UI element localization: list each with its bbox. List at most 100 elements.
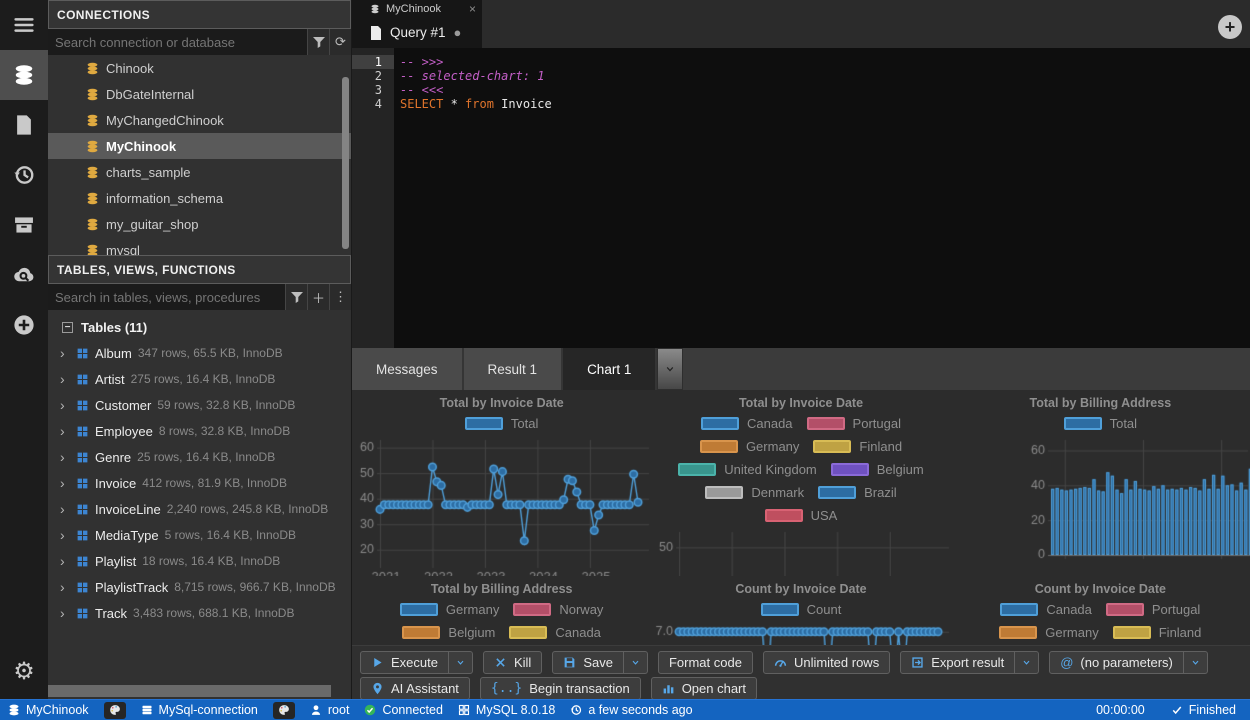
- connection-item-Chinook[interactable]: Chinook: [48, 55, 351, 81]
- history-icon[interactable]: [0, 150, 48, 200]
- table-row-PlaylistTrack[interactable]: › PlaylistTrack 8,715 rows, 966.7 KB, Inno…: [48, 574, 351, 600]
- menu-icon[interactable]: [0, 0, 48, 50]
- chevron-right-icon[interactable]: ›: [60, 501, 70, 517]
- chevron-right-icon[interactable]: ›: [60, 605, 70, 621]
- table-row-Album[interactable]: › Album 347 rows, 65.5 KB, InnoDB: [48, 340, 351, 366]
- table-row-Track[interactable]: › Track 3,483 rows, 688.1 KB, InnoDB: [48, 600, 351, 626]
- grid-icon: [458, 704, 470, 716]
- table-meta: 8,715 rows, 966.7 KB, InnoDB: [174, 580, 336, 594]
- status-palette[interactable]: [103, 701, 126, 719]
- new-tab-button[interactable]: +: [1218, 15, 1242, 39]
- chart-title: Total by Billing Address: [430, 582, 573, 596]
- chevron-right-icon[interactable]: ›: [60, 449, 70, 465]
- table-icon: [76, 529, 89, 542]
- chevron-down-icon[interactable]: [1014, 652, 1038, 673]
- connection-item-information_schema[interactable]: information_schema: [48, 185, 351, 211]
- plus-circle-icon[interactable]: [0, 300, 48, 350]
- table-row-MediaType[interactable]: › MediaType 5 rows, 16.4 KB, InnoDB: [48, 522, 351, 548]
- connection-item-mysql[interactable]: mysql: [48, 237, 351, 255]
- connections-search-input[interactable]: [48, 29, 307, 55]
- tab-result-1[interactable]: Result 1: [463, 348, 564, 390]
- sql-editor[interactable]: ▶1-- >>>2-- selected-chart: 13-- <<<4SEL…: [352, 48, 1250, 348]
- chevron-right-icon[interactable]: ›: [60, 371, 70, 387]
- legend-item-germany: Germany: [399, 598, 499, 621]
- tab-mychinook[interactable]: MyChinook ×: [352, 0, 482, 17]
- format-code-button[interactable]: Format code: [657, 651, 753, 674]
- chevron-right-icon[interactable]: ›: [60, 423, 70, 439]
- chart-legend: Total: [352, 410, 651, 435]
- chevron-right-icon[interactable]: ›: [60, 579, 70, 595]
- chevron-right-icon[interactable]: ›: [60, 553, 70, 569]
- server-icon: [141, 704, 153, 716]
- connections-panel-header: CONNECTIONS: [48, 0, 351, 29]
- tables-search-input[interactable]: [48, 284, 285, 310]
- cloud-search-icon[interactable]: [0, 250, 48, 300]
- table-name: Album: [95, 345, 132, 361]
- table-meta: 412 rows, 81.9 KB, InnoDB: [142, 476, 287, 490]
- chevron-right-icon[interactable]: ›: [60, 475, 70, 491]
- gear-icon[interactable]: ⚙: [0, 651, 48, 691]
- connection-item-charts_sample[interactable]: charts_sample: [48, 159, 351, 185]
- unlimited-rows-button[interactable]: Unlimited rows: [762, 651, 891, 674]
- chevron-down-icon[interactable]: [447, 652, 472, 673]
- connection-item-DbGateInternal[interactable]: DbGateInternal: [48, 81, 351, 107]
- connection-color-badge[interactable]: [272, 701, 295, 719]
- connection-color-badge[interactable]: [103, 701, 126, 719]
- export-result-button[interactable]: Export result: [900, 651, 1040, 674]
- tables-search-row: ＋ ⋮: [48, 284, 351, 310]
- button-label: Open chart: [681, 681, 747, 696]
- chevron-right-icon[interactable]: ›: [60, 527, 70, 543]
- tab-query-1[interactable]: Query #1 ●: [352, 17, 482, 48]
- file-icon[interactable]: [0, 100, 48, 150]
- database-icon[interactable]: [0, 50, 48, 100]
- horizontal-scrollbar[interactable]: [48, 685, 331, 697]
- archive-icon[interactable]: [0, 200, 48, 250]
- chevron-down-icon[interactable]: [622, 652, 647, 673]
- status-mysql-connection[interactable]: MySql-connection: [141, 703, 258, 717]
- chevron-right-icon[interactable]: ›: [60, 345, 70, 361]
- open-chart-button[interactable]: Open chart: [650, 677, 758, 700]
- status-mychinook[interactable]: MyChinook: [8, 703, 89, 717]
- connection-item-MyChangedChinook[interactable]: MyChangedChinook: [48, 107, 351, 133]
- table-row-InvoiceLine[interactable]: › InvoiceLine 2,240 rows, 245.8 KB, InnoDB: [48, 496, 351, 522]
- connections-filter-button[interactable]: [307, 29, 329, 55]
- chevron-right-icon[interactable]: ›: [60, 397, 70, 413]
- table-row-Employee[interactable]: › Employee 8 rows, 32.8 KB, InnoDB: [48, 418, 351, 444]
- tab-messages[interactable]: Messages: [352, 348, 464, 390]
- tables-add-button[interactable]: ＋: [307, 284, 329, 310]
- legend-item-count: Count: [760, 598, 841, 621]
- connections-refresh-button[interactable]: ⟳: [329, 29, 351, 55]
- table-row-Playlist[interactable]: › Playlist 18 rows, 16.4 KB, InnoDB: [48, 548, 351, 574]
- table-row-Artist[interactable]: › Artist 275 rows, 16.4 KB, InnoDB: [48, 366, 351, 392]
- save-button[interactable]: Save: [552, 651, 648, 674]
- connections-panel-title: CONNECTIONS: [57, 7, 151, 22]
- tab-chart-1[interactable]: Chart 1: [563, 348, 658, 390]
- connection-item-my_guitar_shop[interactable]: my_guitar_shop: [48, 211, 351, 237]
- tables-group-row[interactable]: − Tables (11): [48, 314, 351, 340]
- tab-list-dropdown-button[interactable]: [657, 348, 684, 390]
- begin-transaction-button[interactable]: {..} Begin transaction: [479, 677, 641, 700]
- table-row-Invoice[interactable]: › Invoice 412 rows, 81.9 KB, InnoDB: [48, 470, 351, 496]
- chevron-down-icon[interactable]: [1182, 652, 1207, 673]
- execute-button[interactable]: Execute: [360, 651, 473, 674]
- status-palette[interactable]: [272, 701, 295, 719]
- connection-item-MyChinook[interactable]: MyChinook: [48, 133, 351, 159]
- table-row-Genre[interactable]: › Genre 25 rows, 16.4 KB, InnoDB: [48, 444, 351, 470]
- collapse-icon[interactable]: −: [62, 321, 73, 333]
- legend-item-brazil: Brazil: [818, 481, 897, 504]
- no-parameters-button[interactable]: @ (no parameters): [1049, 651, 1208, 674]
- legend-item-canada: Canada: [1000, 598, 1092, 621]
- ai-assistant-button[interactable]: AI Assistant: [360, 677, 470, 700]
- connections-scrollbar[interactable]: [342, 77, 349, 249]
- tables-menu-button[interactable]: ⋮: [329, 284, 351, 310]
- close-icon[interactable]: ×: [469, 2, 476, 16]
- table-meta: 347 rows, 65.5 KB, InnoDB: [137, 346, 283, 360]
- table-meta: 2,240 rows, 245.8 KB, InnoDB: [166, 502, 329, 516]
- table-row-Customer[interactable]: › Customer 59 rows, 32.8 KB, InnoDB: [48, 392, 351, 418]
- tables-filter-button[interactable]: [285, 284, 307, 310]
- chart-panel: Total by Invoice Date Total: [352, 390, 652, 576]
- tables-panel-header: TABLES, VIEWS, FUNCTIONS: [48, 255, 351, 284]
- status-connected: Connected: [364, 703, 443, 717]
- kill-button[interactable]: Kill: [482, 651, 543, 674]
- database-icon: [86, 218, 99, 231]
